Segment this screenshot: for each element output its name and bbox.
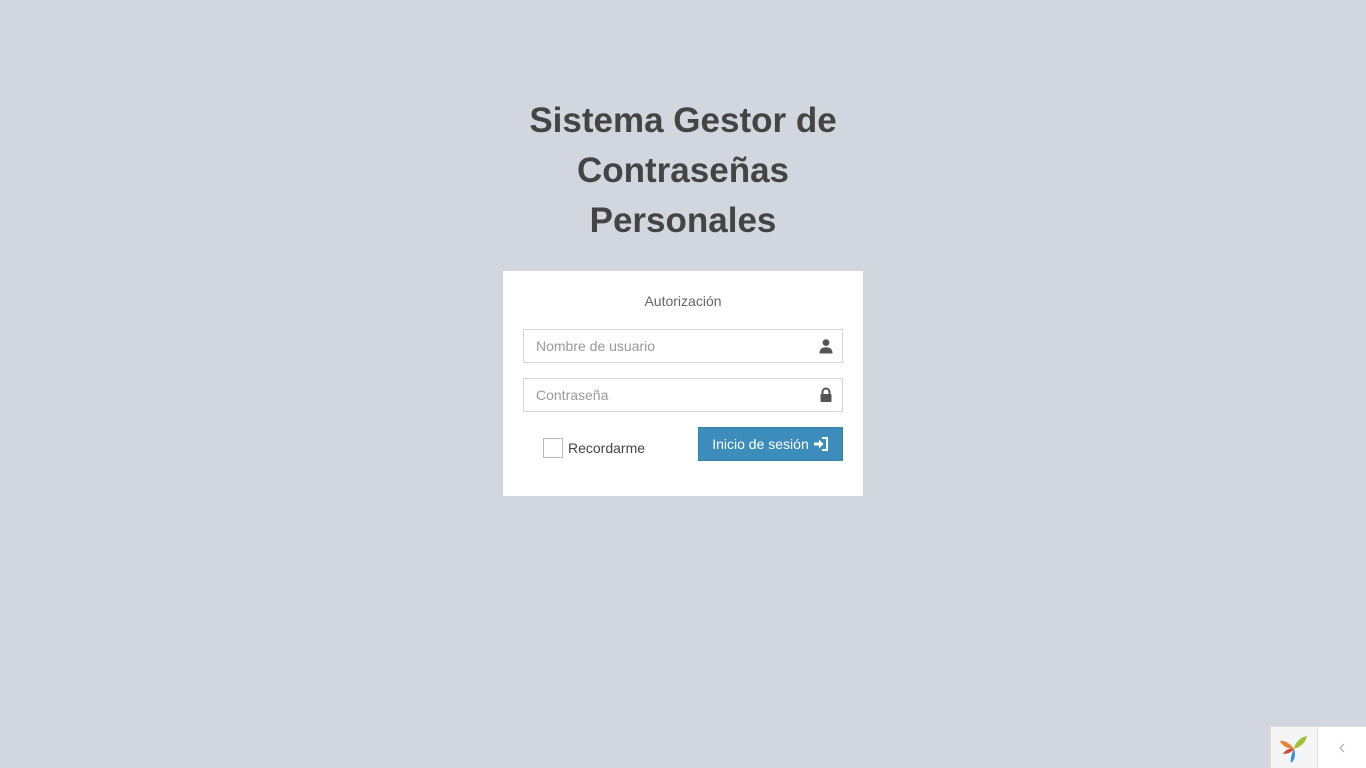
username-field-group	[523, 329, 843, 363]
password-field-group	[523, 378, 843, 412]
yii-logo-icon[interactable]	[1271, 727, 1318, 768]
login-button[interactable]: Inicio de sesión	[698, 427, 843, 461]
remember-me-control[interactable]: Recordarme	[543, 437, 645, 459]
lock-icon	[818, 387, 834, 403]
login-form: Recordarme Inicio de sesión	[523, 329, 843, 467]
log-in-icon	[813, 436, 829, 452]
chevron-left-icon[interactable]	[1318, 727, 1366, 768]
login-box-message: Autorización	[644, 293, 722, 309]
login-actions-row: Recordarme Inicio de sesión	[523, 427, 843, 467]
page-title: Sistema Gestor de Contraseñas Personales	[503, 96, 863, 246]
remember-me-label: Recordarme	[568, 440, 646, 456]
login-button-label: Inicio de sesión	[712, 436, 809, 452]
password-input[interactable]	[523, 378, 843, 412]
page-title-line-3: Personales	[589, 201, 777, 240]
page-title-line-1: Sistema Gestor de	[529, 101, 837, 140]
login-box: Autorización Nombre de usuario Recordarm…	[503, 271, 863, 496]
login-page: Sistema Gestor de Contraseñas Personales…	[0, 0, 1366, 768]
username-input[interactable]	[523, 329, 843, 363]
remember-me-checkbox[interactable]	[543, 438, 563, 458]
page-title-line-2: Contraseñas	[576, 151, 790, 190]
user-icon	[818, 338, 834, 354]
debug-toolbar	[1270, 726, 1366, 768]
